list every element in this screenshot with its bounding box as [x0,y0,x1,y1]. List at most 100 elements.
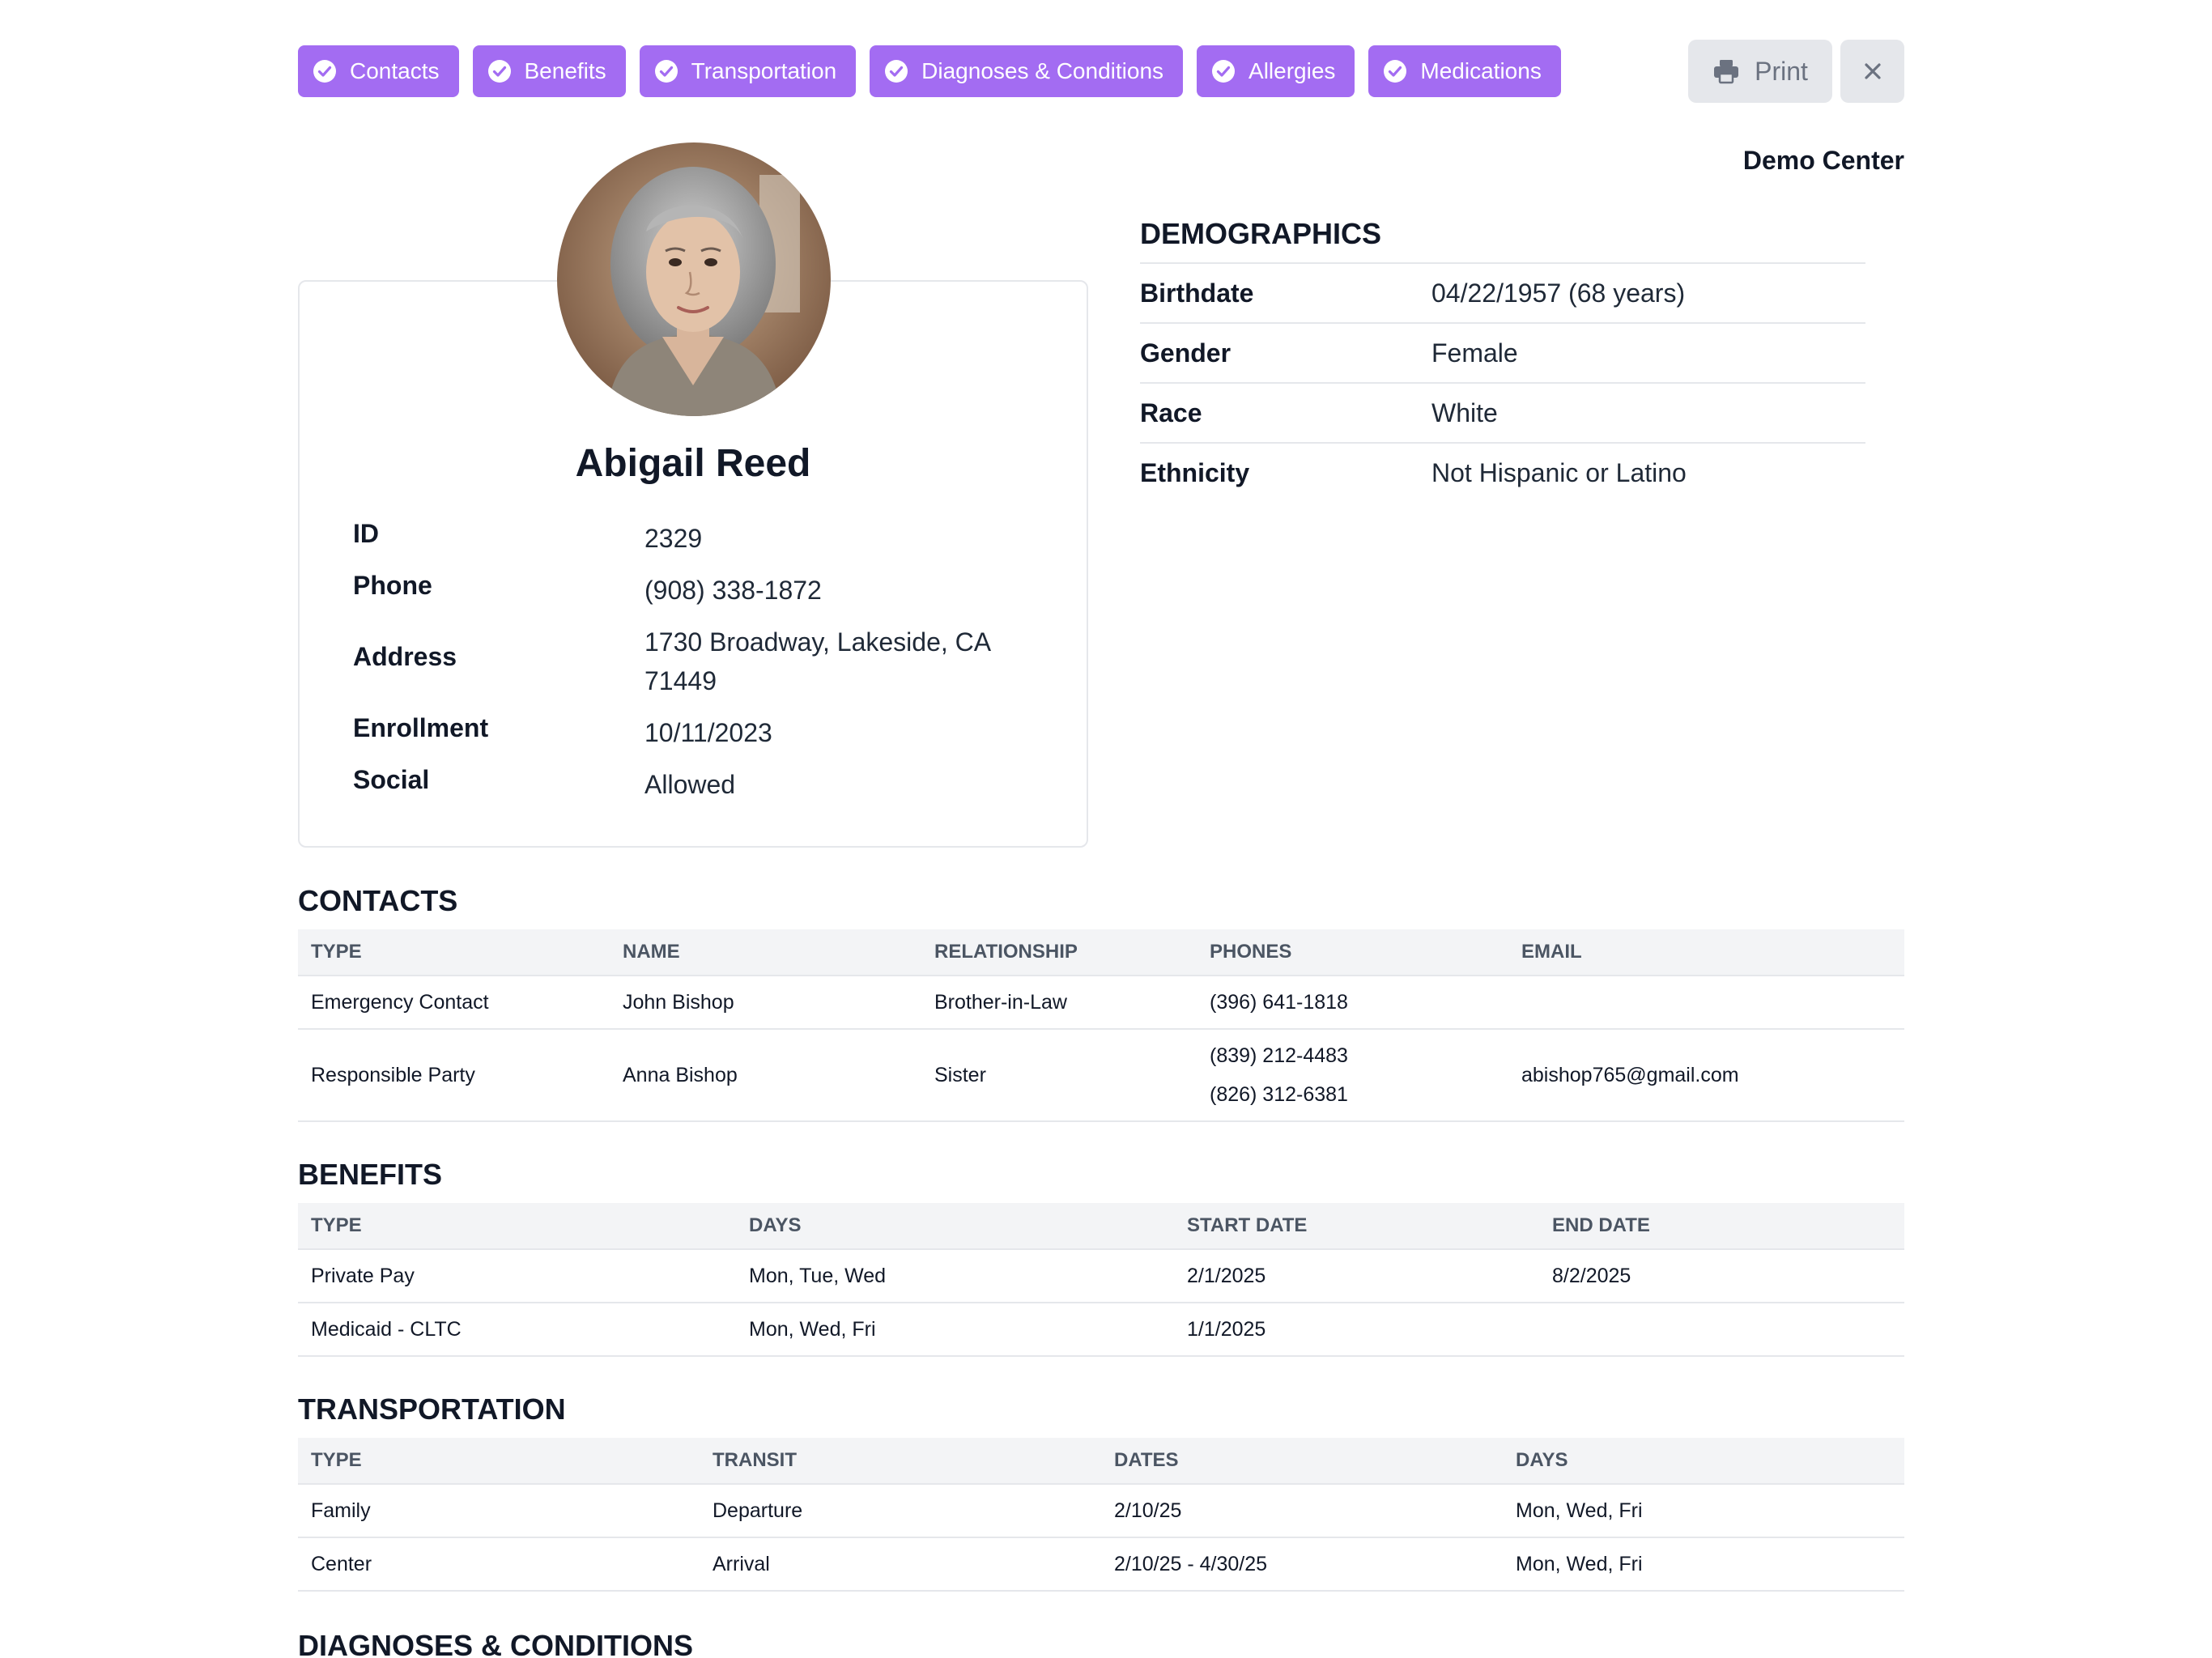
transportation-title: TRANSPORTATION [298,1392,566,1426]
contacts-table: TYPE NAME RELATIONSHIP PHONES EMAIL Emer… [298,929,1904,1122]
info-label: Address [353,642,457,671]
contact-relationship: Sister [934,1063,986,1086]
column-header: RELATIONSHIP [934,941,1078,963]
nav-chip-label: Medications [1420,58,1542,83]
info-label: Phone [353,571,432,600]
check-circle-icon [1212,60,1236,83]
diagnoses-title: DIAGNOSES & CONDITIONS [298,1629,694,1658]
nav-chip-transportation[interactable]: Transportation [639,45,857,97]
transport-dates: 2/10/25 - 4/30/25 [1114,1552,1268,1575]
column-header: TYPE [311,1449,362,1471]
benefit-days: Mon, Tue, Wed [749,1264,887,1287]
column-header: DAYS [1516,1449,1568,1471]
section-nav: Contacts Benefits Transportation Diagnos… [298,45,1561,97]
nav-chip-label: Diagnoses & Conditions [921,58,1164,83]
transport-days: Mon, Wed, Fri [1516,1499,1643,1522]
check-circle-icon [313,60,336,83]
demographics-value: 04/22/1957 (68 years) [1431,278,1686,308]
patient-avatar [557,142,831,416]
center-name: Demo Center [1742,146,1904,175]
benefits-table: TYPE DAYS START DATE END DATE Private Pa… [298,1203,1904,1357]
column-header: NAME [623,941,680,963]
contact-type: Emergency Contact [311,990,489,1014]
benefits-title: BENEFITS [298,1158,443,1191]
info-value: 10/11/2023 [644,718,772,747]
close-button[interactable] [1840,40,1904,103]
transport-dates: 2/10/25 [1114,1499,1182,1522]
contact-type: Responsible Party [311,1063,475,1086]
demographics-label: Birthdate [1140,278,1254,308]
table-header: TYPE TRANSIT DATES DAYS [298,1438,1904,1485]
demographics-label: Race [1140,397,1202,427]
demographics-table: Birthdate 04/22/1957 (68 years) Gender F… [1140,262,1865,502]
patient-portrait-image [557,142,831,416]
contact-phone: (396) 641-1818 [1210,990,1348,1014]
transportation-table: TYPE TRANSIT DATES DAYS Family Departure… [298,1438,1904,1592]
table-header: TYPE DAYS START DATE END DATE [298,1203,1904,1250]
benefit-type: Private Pay [311,1264,415,1287]
transport-days: Mon, Wed, Fri [1516,1552,1643,1575]
check-circle-icon [1384,60,1407,83]
table-row: Emergency Contact John Bishop Brother-in… [298,976,1904,1030]
demographics-row: Gender Female [1140,322,1865,382]
check-circle-icon [487,60,511,83]
contact-email: abishop765@gmail.com [1521,1063,1739,1086]
column-header: TYPE [311,941,362,963]
nav-chip-diagnoses[interactable]: Diagnoses & Conditions [870,45,1184,97]
info-value: Allowed [644,770,736,799]
info-label: ID [353,519,379,548]
info-value: (908) 338-1872 [644,576,822,605]
transport-transit: Departure [713,1499,803,1522]
contact-phone: (839) 212-4483 [1210,1044,1348,1067]
print-button[interactable]: Print [1688,40,1832,103]
column-header: TRANSIT [713,1449,797,1471]
demographics-row: Race White [1140,382,1865,442]
nav-chip-label: Benefits [524,58,606,83]
nav-chip-label: Contacts [350,58,440,83]
check-circle-icon [654,60,678,83]
nav-chip-label: Transportation [691,58,837,83]
transport-type: Family [311,1499,371,1522]
contact-phone: (826) 312-6381 [1210,1083,1348,1106]
nav-chip-benefits[interactable]: Benefits [472,45,626,97]
table-row: Medicaid - CLTC Mon, Wed, Fri 1/1/2025 [298,1303,1904,1357]
print-label: Print [1755,56,1808,86]
benefit-start-date: 1/1/2025 [1187,1317,1266,1341]
table-header: TYPE NAME RELATIONSHIP PHONES EMAIL [298,929,1904,976]
contact-relationship: Brother-in-Law [934,990,1067,1014]
table-row: Family Departure 2/10/25 Mon, Wed, Fri [298,1485,1904,1538]
benefit-type: Medicaid - CLTC [311,1317,462,1341]
column-header: DAYS [749,1214,802,1236]
close-icon [1864,63,1881,79]
demographics-label: Ethnicity [1140,457,1250,487]
benefit-days: Mon, Wed, Fri [749,1317,876,1341]
transport-transit: Arrival [713,1552,770,1575]
patient-profile-page: Contacts Benefits Transportation Diagnos… [0,0,2212,1658]
table-row: Center Arrival 2/10/25 - 4/30/25 Mon, We… [298,1538,1904,1592]
patient-name: Abigail Reed [575,442,811,485]
benefit-start-date: 2/1/2025 [1187,1264,1266,1287]
contacts-title: CONTACTS [298,884,458,917]
column-header: PHONES [1210,941,1292,963]
contact-phones: (839) 212-4483 (826) 312-6381 [1197,1036,1508,1114]
column-header: TYPE [311,1214,362,1236]
table-row: Responsible Party Anna Bishop Sister (83… [298,1030,1904,1122]
check-circle-icon [885,60,908,83]
benefit-end-date: 8/2/2025 [1552,1264,1631,1287]
column-header: START DATE [1187,1214,1308,1236]
demographics-value: Female [1431,338,1518,368]
transport-type: Center [311,1552,372,1575]
nav-chip-label: Allergies [1249,58,1336,83]
demographics-value: Not Hispanic or Latino [1431,457,1687,487]
info-label: Social [353,765,430,794]
column-header: END DATE [1552,1214,1650,1236]
demographics-row: Birthdate 04/22/1957 (68 years) [1140,262,1865,322]
info-value: 1730 Broadway, Lakeside, CA 71449 [644,627,990,695]
nav-chip-allergies[interactable]: Allergies [1197,45,1355,97]
contact-name: John Bishop [623,990,734,1014]
contact-name: Anna Bishop [623,1063,738,1086]
nav-chip-medications[interactable]: Medications [1368,45,1561,97]
column-header: EMAIL [1521,941,1582,963]
nav-chip-contacts[interactable]: Contacts [298,45,459,97]
demographics-title: DEMOGRAPHICS [1140,217,1382,250]
